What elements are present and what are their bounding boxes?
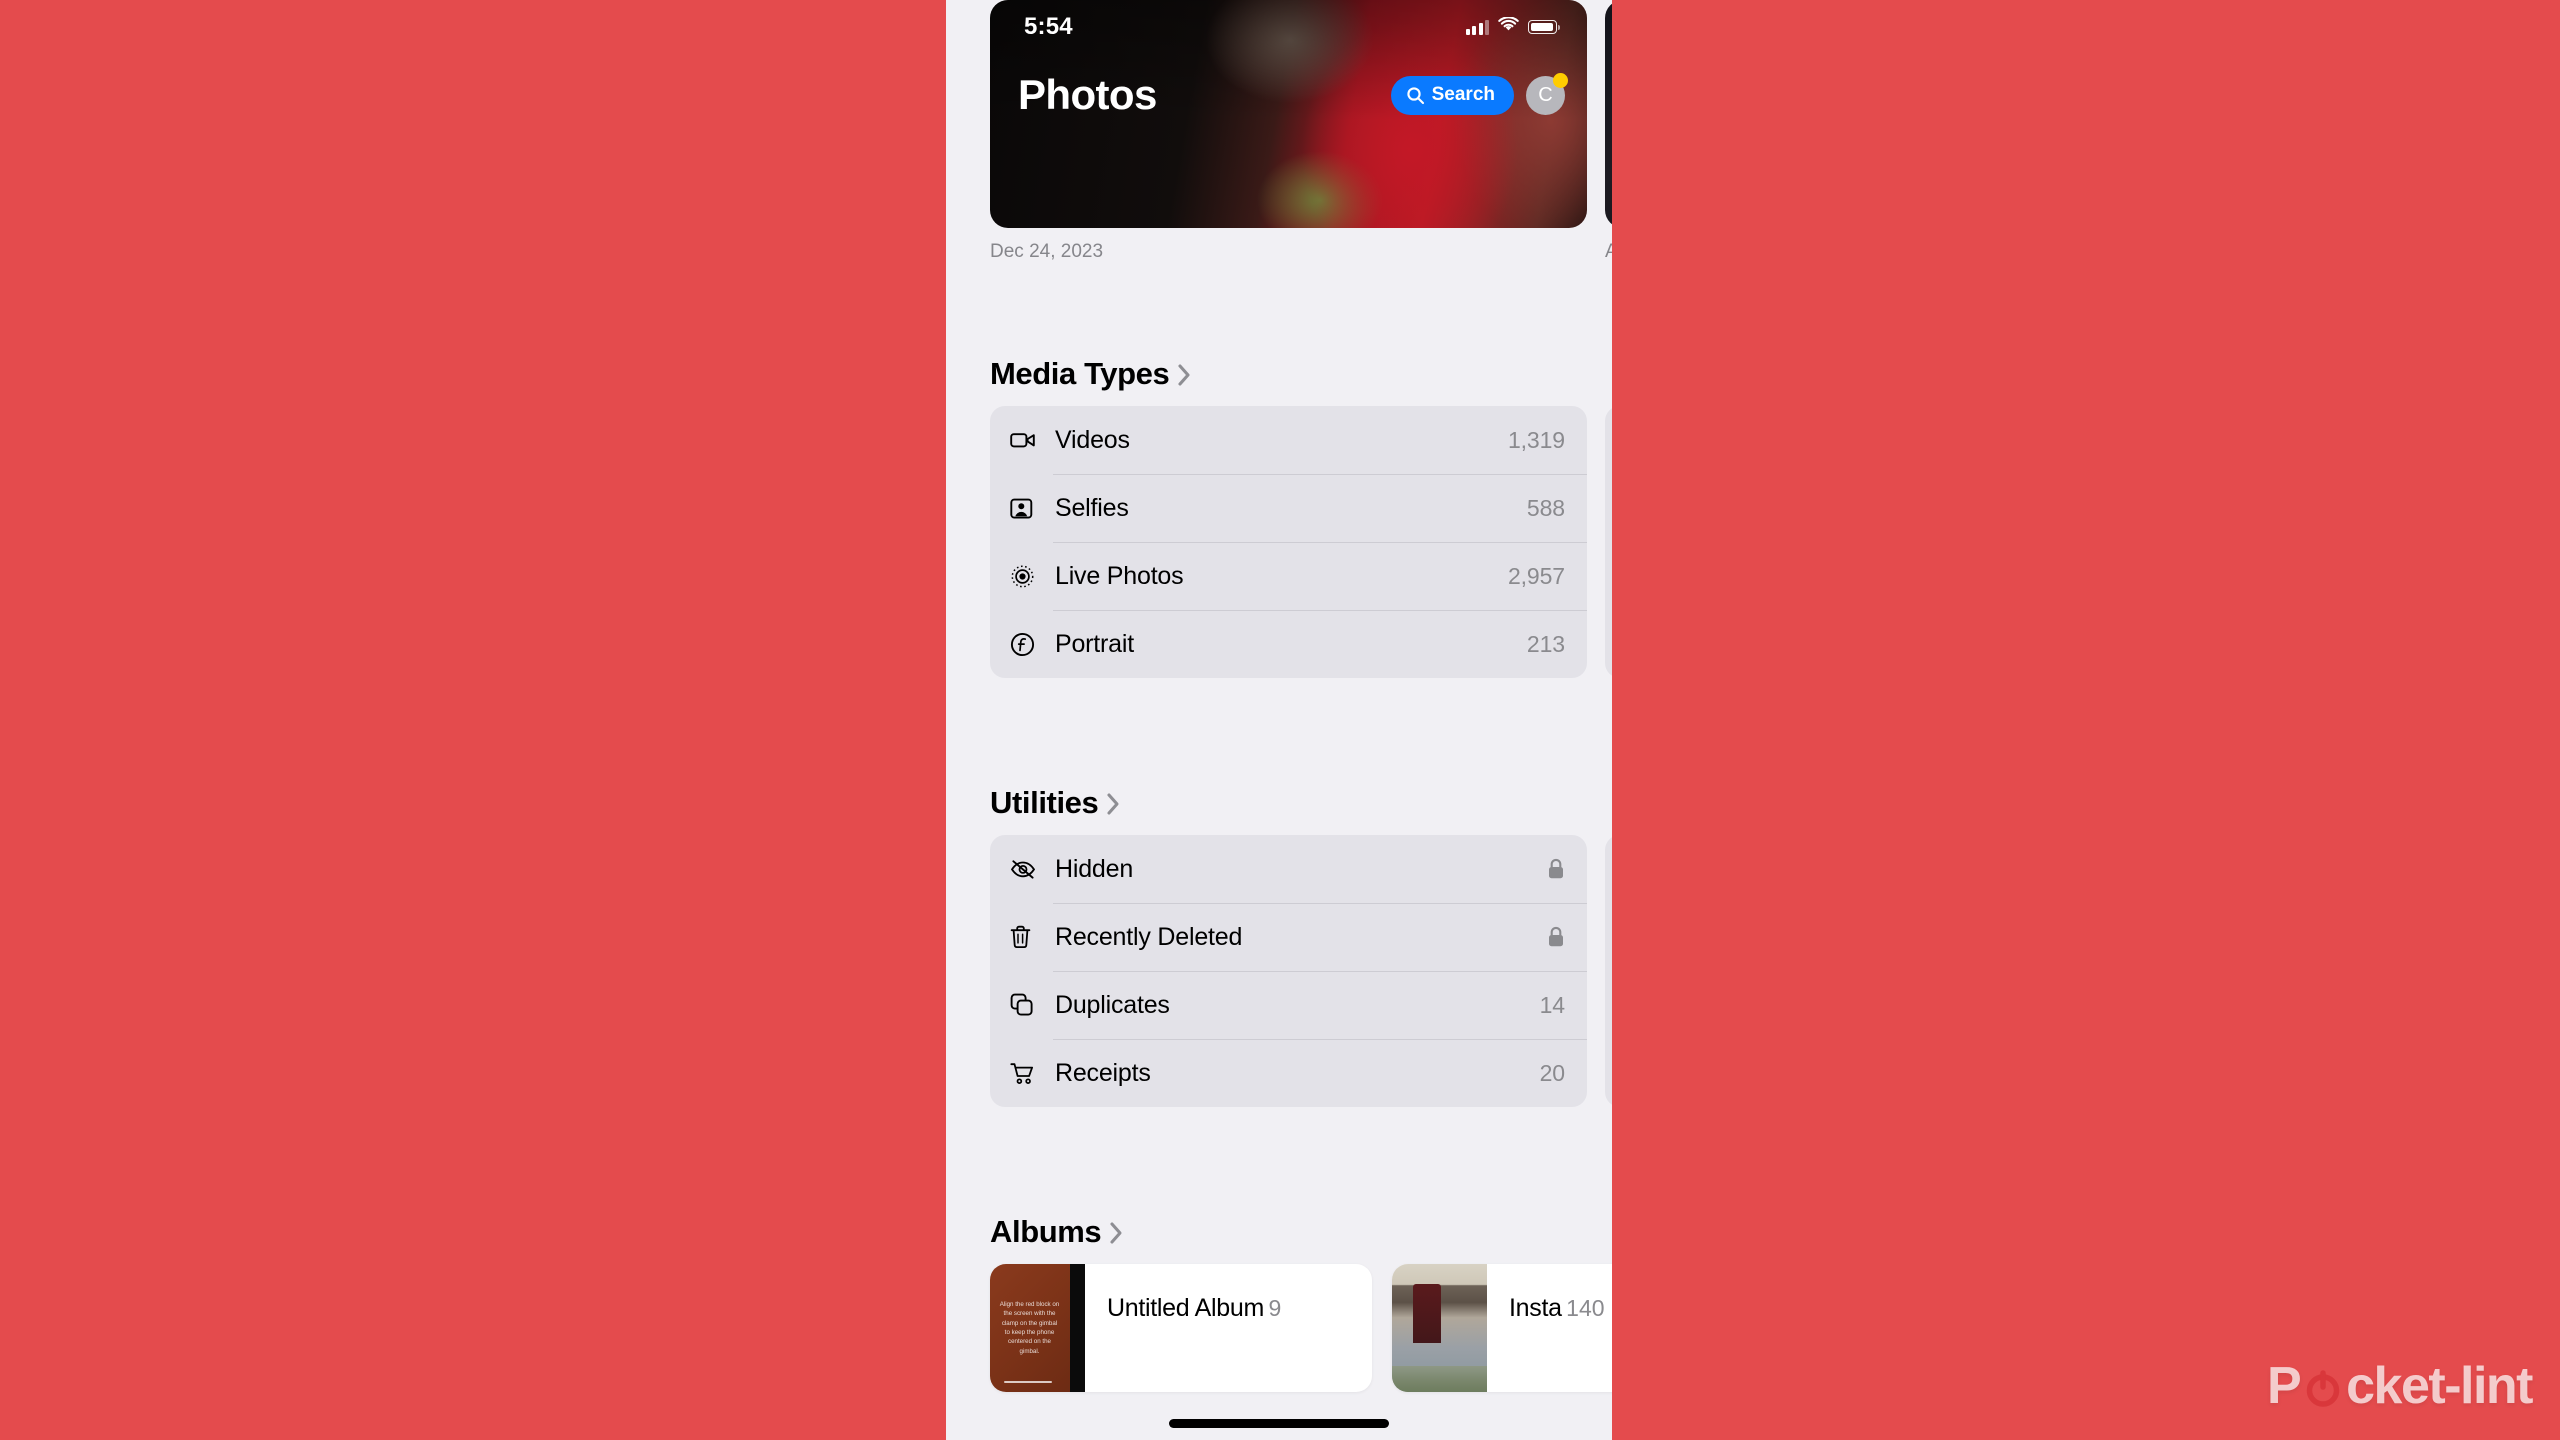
search-button-label: Search: [1431, 84, 1495, 105]
app-header: Photos Search C: [990, 64, 1587, 126]
chevron-right-icon: [1109, 1221, 1124, 1245]
phone-screenshot: 5:54 Photos Search C Dec 24, 2023 A Medi…: [946, 0, 1612, 1440]
list-item-count: 213: [1526, 630, 1565, 657]
chevron-right-icon: [1106, 792, 1121, 816]
pocket-lint-watermark: P cket-lint: [2266, 1356, 2534, 1416]
selfie-person-icon: [1010, 497, 1042, 520]
wifi-icon: [1498, 16, 1519, 37]
album-thumbnail-caption: Align the red block on the screen with t…: [999, 1301, 1060, 1355]
section-title: Albums: [990, 1214, 1102, 1249]
avatar-notification-badge: [1553, 72, 1568, 88]
list-item-label: Selfies: [1055, 493, 1129, 522]
list-item-count: 2,957: [1507, 562, 1565, 589]
media-types-card: Videos 1,319 Selfies 588 Live Photos 2,9…: [990, 406, 1587, 678]
home-indicator: [1169, 1419, 1389, 1428]
album-thumbnail: [1392, 1264, 1487, 1392]
battery-icon: [1528, 20, 1560, 34]
section-header-media-types[interactable]: Media Types: [946, 358, 1192, 389]
list-item-label: Recently Deleted: [1055, 922, 1243, 951]
list-item-live-photos[interactable]: Live Photos 2,957: [990, 542, 1587, 610]
list-item-label: Live Photos: [1055, 561, 1184, 590]
section-albums: Albums Align the red block on the screen…: [946, 1216, 1612, 1392]
list-item-receipts[interactable]: Receipts 20: [990, 1039, 1587, 1107]
duplicate-squares-icon: [1010, 993, 1042, 1017]
list-item-count: 20: [1539, 1059, 1565, 1086]
utilities-card: Hidden Recently Deleted Duplicates 14 Re…: [990, 835, 1587, 1107]
album-thumbnail-indicator: [1004, 1380, 1052, 1383]
album-card-insta[interactable]: Insta 140: [1392, 1264, 1612, 1392]
utilities-card-next: [1605, 835, 1612, 1107]
list-item-label: Hidden: [1055, 854, 1134, 883]
hero-caption-date: Dec 24, 2023: [990, 241, 1104, 262]
list-item-count: 588: [1526, 494, 1565, 521]
list-item-label: Portrait: [1055, 629, 1134, 658]
list-item-portrait[interactable]: Portrait 213: [990, 610, 1587, 678]
albums-carousel[interactable]: Align the red block on the screen with t…: [946, 1264, 1612, 1392]
video-camera-icon: [1010, 430, 1042, 450]
search-icon: [1406, 86, 1425, 105]
list-item-selfies[interactable]: Selfies 588: [990, 474, 1587, 542]
live-photo-icon: [1010, 564, 1042, 589]
media-types-card-next: [1605, 406, 1612, 678]
album-name: Untitled Album: [1107, 1294, 1264, 1322]
album-thumbnail: Align the red block on the screen with t…: [990, 1264, 1085, 1392]
power-button-icon: [2301, 1367, 2345, 1411]
section-title: Utilities: [990, 785, 1099, 820]
section-title: Media Types: [990, 356, 1170, 391]
list-item-label: Duplicates: [1055, 990, 1170, 1019]
account-avatar[interactable]: C: [1526, 72, 1568, 115]
trash-icon: [1010, 925, 1042, 949]
eye-slash-icon: [1010, 859, 1042, 879]
hero-caption-row: Dec 24, 2023 A: [946, 238, 1612, 272]
media-types-carousel[interactable]: Videos 1,319 Selfies 588 Live Photos 2,9…: [946, 406, 1612, 678]
watermark-text-after: cket-lint: [2346, 1357, 2533, 1415]
status-bar-indicators: [1465, 16, 1560, 37]
album-name: Insta: [1509, 1294, 1562, 1322]
section-utilities: Utilities Hidden Recently Deleted Duplic…: [946, 787, 1612, 1107]
list-item-recently-deleted[interactable]: Recently Deleted: [990, 903, 1587, 971]
album-card-untitled[interactable]: Align the red block on the screen with t…: [990, 1264, 1372, 1392]
section-header-albums[interactable]: Albums: [946, 1216, 1124, 1247]
hero-caption-date-next: A: [1605, 241, 1612, 262]
lock-icon: [1547, 858, 1565, 880]
shopping-cart-icon: [1010, 1062, 1042, 1085]
section-media-types: Media Types Videos 1,319 Selfies 588 Liv…: [946, 358, 1612, 678]
album-meta: Insta 140: [1487, 1264, 1612, 1392]
list-item-label: Videos: [1055, 425, 1130, 454]
album-count: 140: [1566, 1295, 1605, 1321]
page-title: Photos: [1018, 71, 1157, 118]
hero-photo-card[interactable]: 5:54 Photos Search C: [990, 0, 1587, 228]
section-header-utilities[interactable]: Utilities: [946, 787, 1121, 818]
utilities-carousel[interactable]: Hidden Recently Deleted Duplicates 14 Re…: [946, 835, 1612, 1107]
search-button[interactable]: Search: [1390, 75, 1514, 115]
list-item-count: 14: [1539, 991, 1565, 1018]
list-item-label: Receipts: [1055, 1058, 1151, 1087]
list-item-videos[interactable]: Videos 1,319: [990, 406, 1587, 474]
lock-icon: [1547, 926, 1565, 948]
list-item-count: 1,319: [1507, 426, 1565, 453]
cellular-signal-icon: [1465, 19, 1489, 35]
list-item-duplicates[interactable]: Duplicates 14: [990, 971, 1587, 1039]
header-actions: Search C: [1390, 72, 1568, 115]
hero-photo-card-next[interactable]: [1605, 0, 1612, 228]
chevron-right-icon: [1177, 363, 1192, 387]
portrait-aperture-icon: [1010, 632, 1042, 657]
status-bar: 5:54: [990, 0, 1587, 54]
status-bar-time: 5:54: [1024, 13, 1073, 40]
watermark-text-before: P: [2266, 1357, 2302, 1415]
hero-photo-carousel[interactable]: 5:54 Photos Search C: [946, 0, 1612, 262]
album-count: 9: [1268, 1295, 1282, 1321]
album-meta: Untitled Album 9: [1085, 1264, 1372, 1392]
list-item-hidden[interactable]: Hidden: [990, 835, 1587, 903]
